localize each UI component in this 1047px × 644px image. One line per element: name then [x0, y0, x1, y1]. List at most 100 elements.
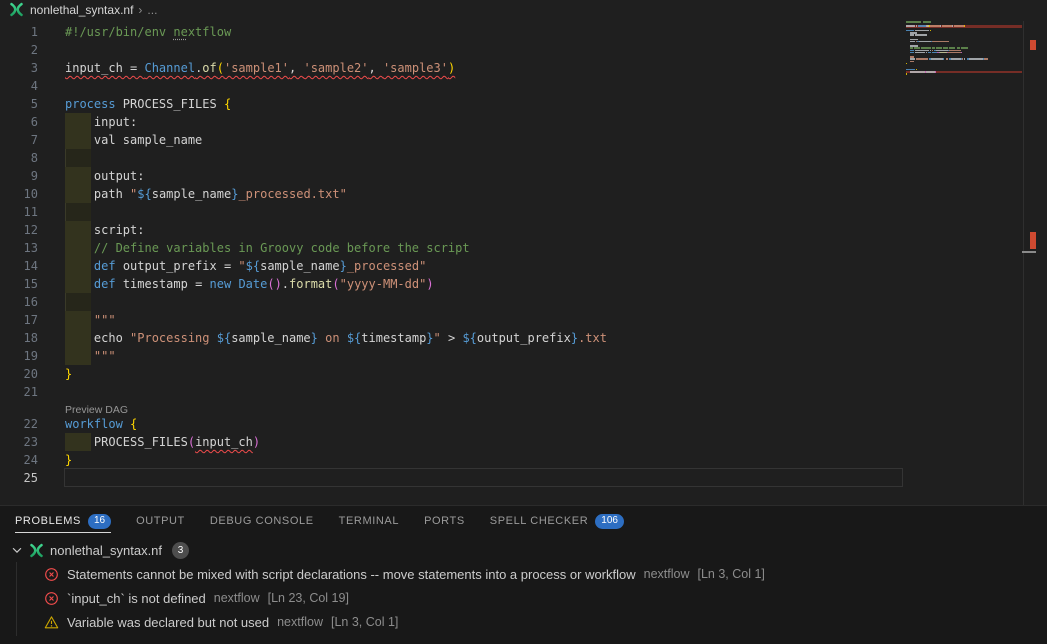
minimap-code — [969, 58, 983, 60]
problem-location: [Ln 3, Col 1] — [698, 567, 765, 581]
line-number[interactable]: 24 — [0, 451, 38, 469]
line-number[interactable]: 18 — [0, 329, 38, 347]
problem-row[interactable]: Statements cannot be mixed with script d… — [0, 562, 1047, 586]
line-number[interactable]: 19 — [0, 347, 38, 365]
tab-terminal[interactable]: TERMINAL — [339, 506, 399, 536]
code-line[interactable]: 10 path "${sample_name}_processed.txt" — [0, 185, 903, 203]
code-line[interactable]: 5 process PROCESS_FILES { — [0, 95, 903, 113]
code-line[interactable]: 18 echo "Processing ${sample_name} on ${… — [0, 329, 903, 347]
error-icon — [44, 567, 59, 582]
code-line[interactable]: 2 — [0, 41, 903, 59]
problem-row[interactable]: Variable was declared but not usednextfl… — [0, 610, 1047, 634]
code-line[interactable]: 20} — [0, 365, 903, 383]
code-line[interactable]: 17 """ — [0, 311, 903, 329]
minimap-code — [910, 52, 913, 54]
minimap-code — [942, 25, 952, 27]
minimap-code — [943, 58, 944, 60]
code-line[interactable]: 15 def timestamp = new Date().format("yy… — [0, 275, 903, 293]
code-line[interactable]: 19 """ — [0, 347, 903, 365]
minimap-code — [964, 58, 965, 60]
code-line[interactable]: 24} — [0, 451, 903, 469]
line-number[interactable]: 15 — [0, 275, 38, 293]
problem-row[interactable]: `input_ch` is not definednextflow[Ln 23,… — [0, 586, 1047, 610]
problem-message: `input_ch` is not defined — [67, 591, 206, 606]
minimap-code — [916, 25, 917, 27]
tab-output[interactable]: OUTPUT — [136, 506, 185, 536]
breadcrumb[interactable]: nonlethal_syntax.nf › ... — [0, 0, 1047, 19]
line-number[interactable]: 17 — [0, 311, 38, 329]
line-number[interactable]: 25 — [0, 469, 38, 487]
minimap[interactable] — [905, 19, 1022, 109]
line-number[interactable]: 5 — [0, 95, 38, 113]
minimap-code — [926, 71, 935, 73]
code-line[interactable]: 4 — [0, 77, 903, 95]
line-number[interactable]: 1 — [0, 23, 38, 41]
minimap-code — [918, 25, 926, 27]
line-number[interactable]: 2 — [0, 41, 38, 59]
code-line[interactable]: 23 PROCESS_FILES(input_ch) — [0, 433, 903, 451]
minimap-code — [910, 41, 914, 43]
line-number[interactable]: 12 — [0, 221, 38, 239]
line-number[interactable]: 7 — [0, 131, 38, 149]
chevron-down-icon[interactable] — [10, 543, 24, 557]
line-number[interactable]: 4 — [0, 77, 38, 95]
code-line[interactable]: 9 output: — [0, 167, 903, 185]
overview-ruler[interactable] — [1020, 19, 1047, 505]
minimap-code — [951, 58, 961, 60]
breadcrumb-ellipsis[interactable]: ... — [147, 3, 157, 17]
line-number[interactable]: 16 — [0, 293, 38, 311]
minimap-code — [930, 25, 940, 27]
code-text: """ — [65, 311, 116, 329]
nextflow-icon — [29, 543, 44, 558]
breadcrumb-filename[interactable]: nonlethal_syntax.nf — [30, 3, 133, 17]
code-line[interactable]: 7 val sample_name — [0, 131, 903, 149]
minimap-code — [910, 34, 913, 36]
code-line[interactable]: 3input_ch = Channel.of('sample1', 'sampl… — [0, 59, 903, 77]
line-number[interactable]: 13 — [0, 239, 38, 257]
minimap-code — [961, 52, 962, 54]
ruler-error-marker[interactable] — [1030, 232, 1036, 249]
line-number[interactable]: 3 — [0, 59, 38, 77]
line-number[interactable]: 21 — [0, 383, 38, 401]
minimap-code — [906, 63, 907, 65]
line-number[interactable]: 8 — [0, 149, 38, 167]
minimap-code — [910, 61, 913, 63]
line-number[interactable]: 11 — [0, 203, 38, 221]
line-number[interactable]: 23 — [0, 433, 38, 451]
code-editor[interactable]: Preview DAG 1#!/usr/bin/env nextflow23in… — [0, 19, 1047, 505]
code-line[interactable]: 13 // Define variables in Groovy code be… — [0, 239, 903, 257]
problems-file-row[interactable]: nonlethal_syntax.nf 3 — [0, 538, 1047, 562]
tab-spell-checker[interactable]: SPELL CHECKER106 — [490, 506, 624, 536]
tree-indent-guide — [16, 562, 17, 636]
line-number[interactable]: 10 — [0, 185, 38, 203]
tab-label: TERMINAL — [339, 515, 399, 527]
ruler-error-marker[interactable] — [1030, 40, 1036, 50]
line-number[interactable]: 14 — [0, 257, 38, 275]
tab-debug-console[interactable]: DEBUG CONSOLE — [210, 506, 314, 536]
code-line[interactable]: 21 — [0, 383, 903, 401]
minimap-code — [915, 34, 927, 36]
line-number[interactable]: 22 — [0, 415, 38, 433]
problem-message: Statements cannot be mixed with script d… — [67, 567, 636, 582]
code-line[interactable]: 1#!/usr/bin/env nextflow — [0, 23, 903, 41]
line-number[interactable]: 20 — [0, 365, 38, 383]
code-line[interactable]: 22workflow { — [0, 415, 903, 433]
code-line[interactable]: 6 input: — [0, 113, 903, 131]
code-line[interactable]: 16 — [0, 293, 903, 311]
line-number[interactable]: 6 — [0, 113, 38, 131]
minimap-code — [946, 58, 948, 60]
problems-list: Statements cannot be mixed with script d… — [0, 562, 1047, 634]
line-number[interactable]: 9 — [0, 167, 38, 185]
tab-label: PROBLEMS — [15, 515, 81, 527]
code-line[interactable]: 8 — [0, 149, 903, 167]
code-text: process PROCESS_FILES { — [65, 95, 231, 113]
code-line[interactable]: 25 — [0, 469, 903, 487]
code-line[interactable]: 14 def output_prefix = "${sample_name}_p… — [0, 257, 903, 275]
minimap-code — [906, 21, 921, 23]
tab-problems[interactable]: PROBLEMS16 — [15, 506, 111, 536]
tab-label: SPELL CHECKER — [490, 515, 588, 527]
code-line[interactable]: 11 — [0, 203, 903, 221]
nextflow-icon — [9, 2, 24, 17]
tab-ports[interactable]: PORTS — [424, 506, 465, 536]
code-line[interactable]: 12 script: — [0, 221, 903, 239]
